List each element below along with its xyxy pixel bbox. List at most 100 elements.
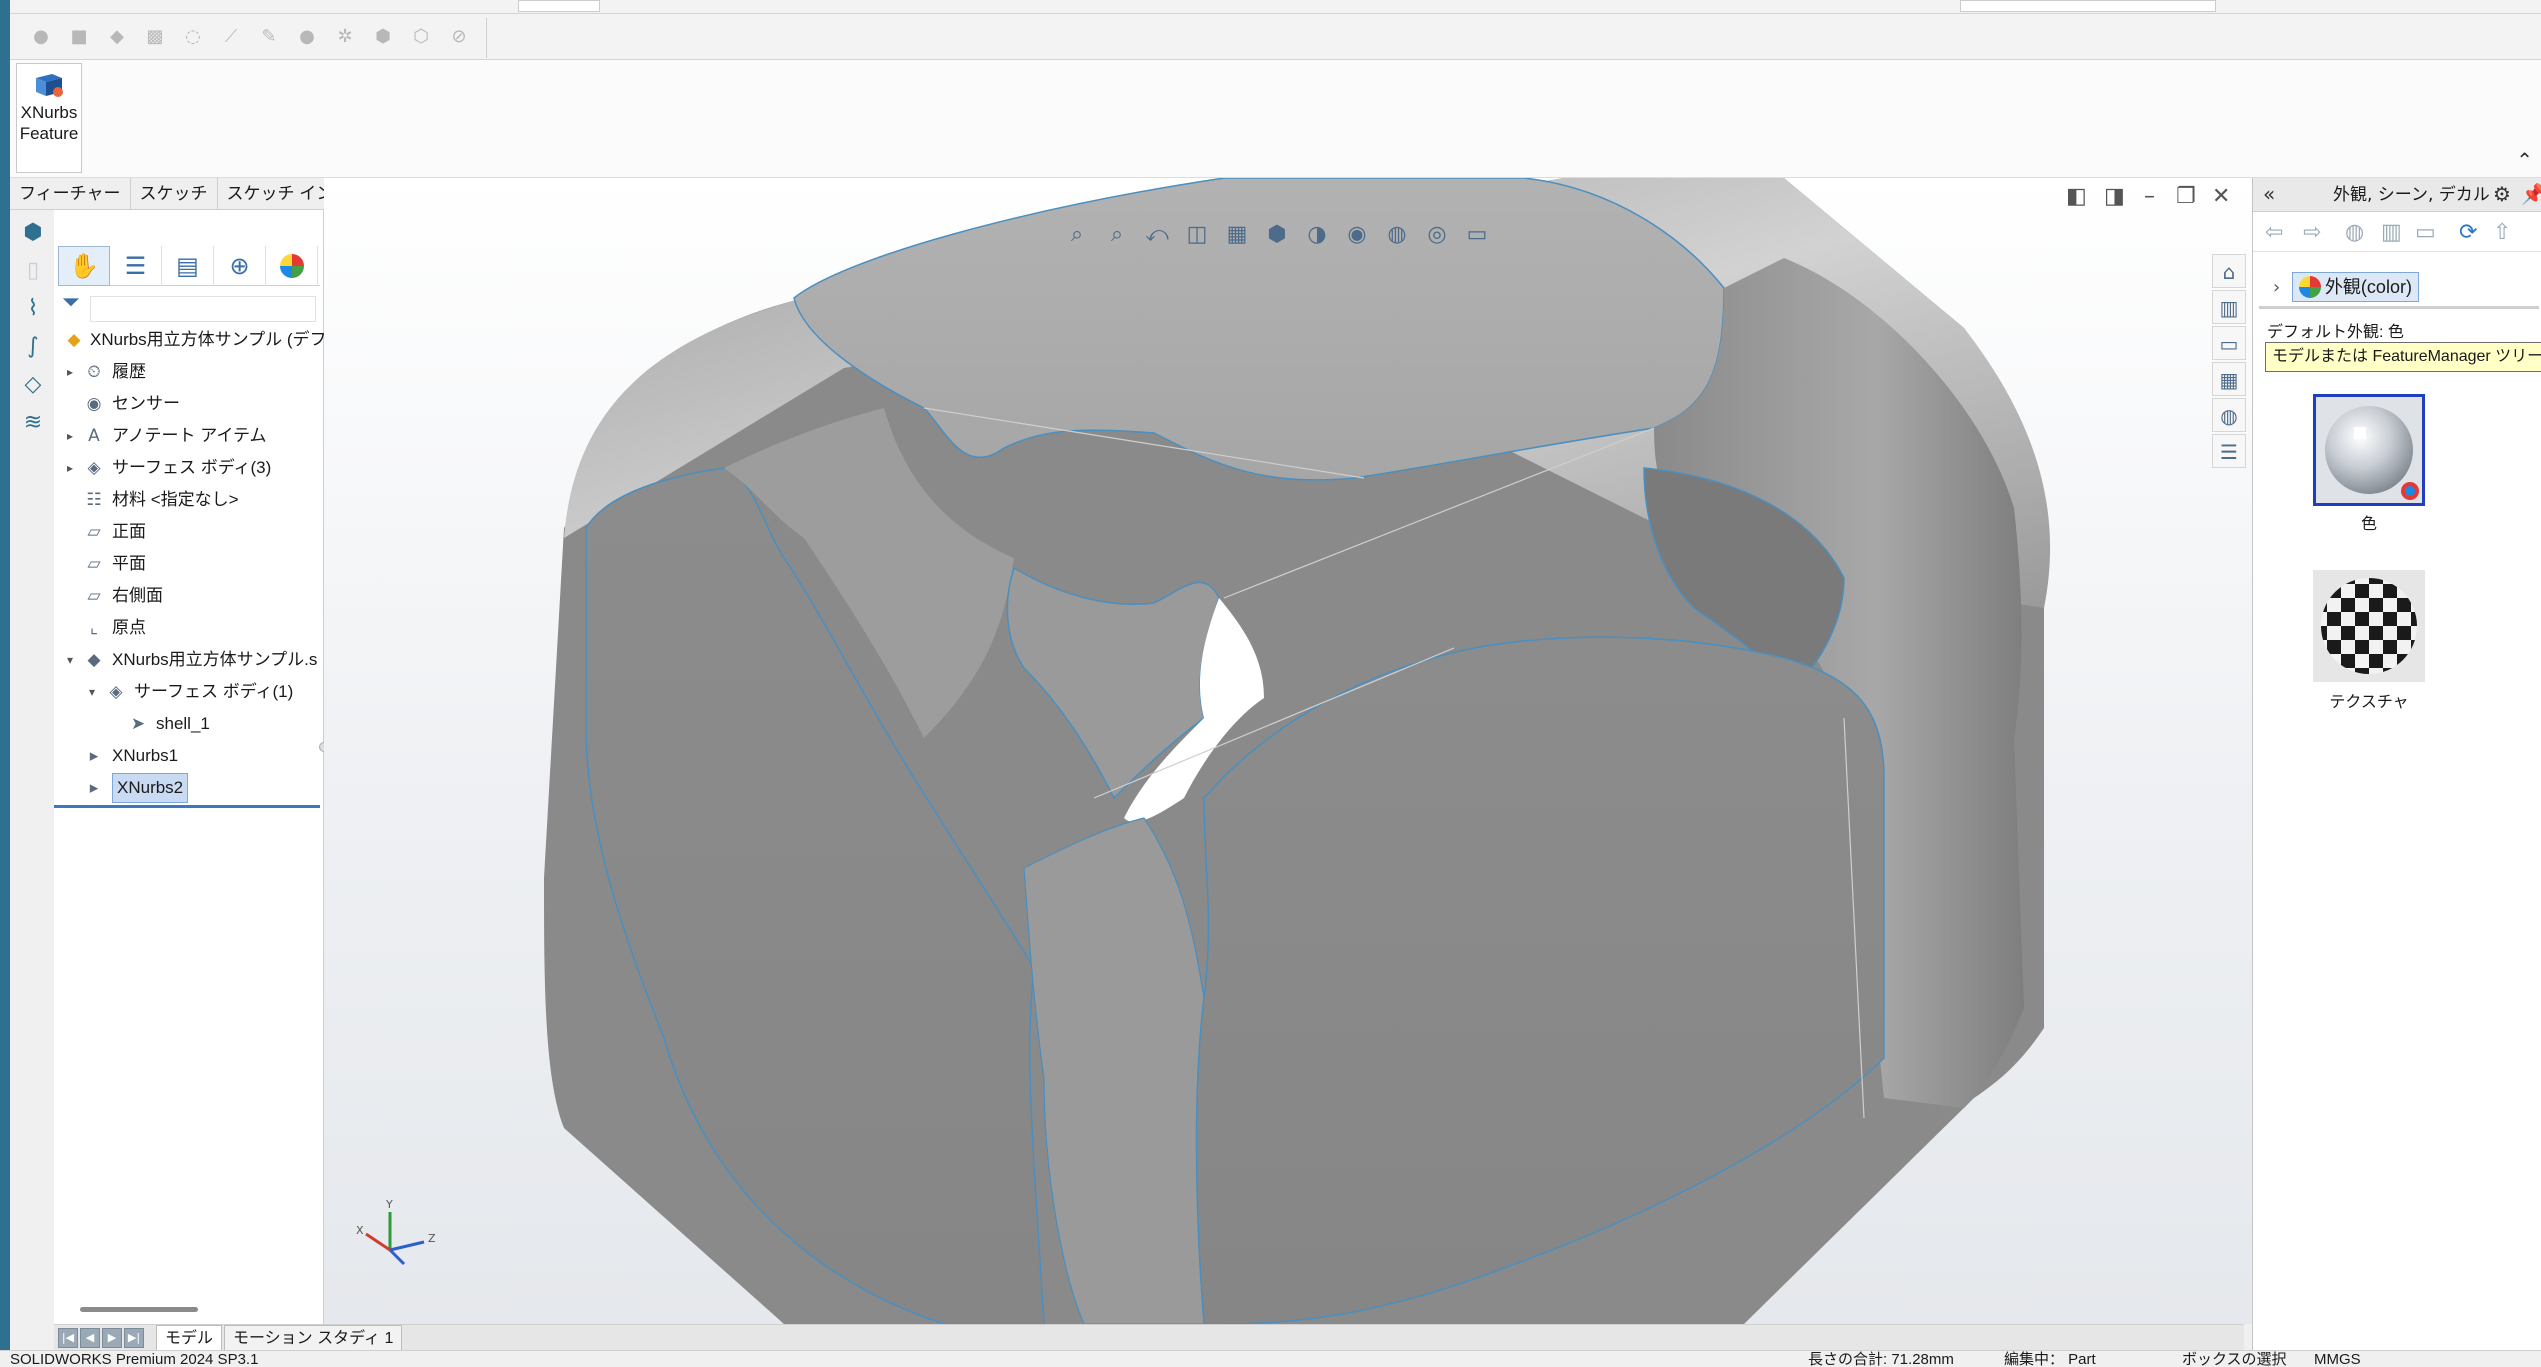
sphere-add-icon[interactable]: ◍ <box>2345 220 2364 245</box>
display-manager-tab[interactable] <box>266 246 318 286</box>
collapse-pane-icon[interactable]: « <box>2263 182 2275 206</box>
task-pane-divider[interactable] <box>2259 306 2539 309</box>
tree-node[interactable]: ➤ shell_1 <box>54 708 324 740</box>
edit-appearance-icon[interactable]: ◍ <box>1380 218 1414 252</box>
expand-caret-icon[interactable]: › <box>2273 277 2280 298</box>
spline-icon[interactable]: ∫ <box>18 332 48 362</box>
library-icon[interactable]: ▥ <box>2381 220 2402 245</box>
expand-toggle-icon[interactable]: ▸ <box>62 420 78 452</box>
minimize-icon[interactable]: – <box>2144 184 2155 209</box>
toolbar-field[interactable] <box>518 0 600 12</box>
tree-node[interactable]: ▸ A アノテート アイテム <box>54 420 324 452</box>
home-icon[interactable]: ⌂ <box>2212 254 2246 288</box>
slash-cube-icon[interactable]: ⊘ <box>448 26 470 48</box>
appearance-color-label[interactable]: 外観(color) <box>2291 272 2419 302</box>
cube-outline-icon[interactable]: ⬡ <box>410 26 432 48</box>
tab-2[interactable]: スケッチ <box>131 178 218 210</box>
expand-toggle-icon[interactable]: ▸ <box>62 356 78 388</box>
tree-node[interactable]: ▾ ◆ XNurbs用立方体サンプル.s <box>54 644 324 676</box>
prev-tab-icon[interactable]: ◀ <box>80 1328 100 1348</box>
section-view-icon[interactable]: ◫ <box>1180 218 1214 252</box>
apply-scene-icon[interactable]: ◎ <box>1420 218 1454 252</box>
tab-1[interactable]: フィーチャー <box>10 178 131 210</box>
expand-toggle-icon[interactable]: ▾ <box>62 644 78 676</box>
graphics-area[interactable]: ⌕ ⌕ ⤺ ◫ ▦ ⬢ ◑ ◉ ◍ ◎ ▭ ◧ ◨ – ❐ ✕ ⌂ ▥ ▭ ▦ … <box>324 178 2252 1324</box>
tree-node[interactable]: ⌞ 原点 <box>54 612 324 644</box>
up-folder-icon[interactable]: ⇧ <box>2493 220 2511 245</box>
surface-icon[interactable]: ◇ <box>18 370 48 400</box>
zoom-to-fit-icon[interactable]: ⌕ <box>1060 218 1094 252</box>
square-icon[interactable]: ▩ <box>144 26 166 48</box>
filter-icon[interactable]: ⏷ <box>62 290 80 315</box>
line-icon[interactable]: ⟋ <box>220 26 242 48</box>
new-folder-icon[interactable]: ▭ <box>2415 220 2436 245</box>
custom-properties-icon[interactable]: ☰ <box>2212 434 2246 468</box>
tree-node[interactable]: ▱ 平面 <box>54 548 324 580</box>
configuration-manager-tab[interactable]: ▤ <box>162 246 214 286</box>
appearances-icon[interactable]: ◍ <box>2212 398 2246 432</box>
spring-icon[interactable]: ≋ <box>18 408 48 438</box>
display-style-icon[interactable]: ◑ <box>1300 218 1334 252</box>
hide-show-icon[interactable]: ◉ <box>1340 218 1374 252</box>
part-view-icon[interactable]: ⬢ <box>18 218 48 248</box>
expand-toggle-icon[interactable]: ▸ <box>62 452 78 484</box>
tree-node[interactable]: ▱ 正面 <box>54 516 324 548</box>
gear-icon[interactable]: ⚙ <box>2493 182 2511 206</box>
split-left-icon[interactable]: ◧ <box>2066 184 2087 209</box>
design-library-icon[interactable]: ▥ <box>2212 290 2246 324</box>
box-icon[interactable]: ■ <box>68 26 90 48</box>
filter-field[interactable] <box>90 296 316 322</box>
dot-icon[interactable]: ● <box>296 26 318 48</box>
xnurbs-feature-button[interactable]: XNurbs Feature <box>16 63 82 173</box>
next-tab-icon[interactable]: ▶ <box>102 1328 122 1348</box>
tag-icon[interactable]: ◆ <box>106 26 128 48</box>
split-right-icon[interactable]: ◨ <box>2104 184 2125 209</box>
tree-node[interactable]: ◉ センサー <box>54 388 324 420</box>
cube-icon[interactable]: ⬢ <box>372 26 394 48</box>
cube-model[interactable] <box>324 178 2252 1324</box>
swatch-color[interactable] <box>2313 394 2425 506</box>
feature-manager-tab[interactable]: ✋ <box>58 246 110 286</box>
tree-node[interactable]: ▱ 右側面 <box>54 580 324 612</box>
forward-icon[interactable]: ⇨ <box>2303 220 2321 245</box>
tree-node[interactable]: ▸ ◈ サーフェス ボディ(3) <box>54 452 324 484</box>
pencil-icon[interactable]: ✎ <box>258 26 280 48</box>
rollback-bar[interactable] <box>54 805 320 808</box>
sketch-curve-icon[interactable]: ⌇ <box>18 294 48 324</box>
ghost-part-icon[interactable]: ▯ <box>18 256 48 286</box>
appearance-color-node[interactable]: › 外観(color) <box>2273 272 2419 302</box>
view-orientation-icon[interactable]: ⬢ <box>1260 218 1294 252</box>
tree-node[interactable]: ▸ XNurbs1 <box>54 740 324 772</box>
sphere-icon[interactable]: ● <box>30 26 52 48</box>
search-field[interactable] <box>1960 0 2216 12</box>
view-settings-icon[interactable]: ▭ <box>1460 218 1494 252</box>
first-tab-icon[interactable]: |◀ <box>58 1328 78 1348</box>
circle-dash-icon[interactable]: ◌ <box>182 26 204 48</box>
property-manager-tab[interactable]: ☰ <box>110 246 162 286</box>
status-units[interactable]: MMGS <box>2314 1351 2361 1367</box>
pin-icon[interactable]: 📌 <box>2521 182 2541 206</box>
tree-root[interactable]: ◆ XNurbs用立方体サンプル (デフォ <box>54 324 324 356</box>
status-selection[interactable]: ボックスの選択 <box>2182 1351 2287 1367</box>
tree-node[interactable]: ▸ XNurbs2 <box>54 772 324 808</box>
tab-motion-study[interactable]: モーション スタディ 1 <box>224 1325 403 1351</box>
view-palette-icon[interactable]: ▦ <box>2212 362 2246 396</box>
gear-small-icon[interactable]: ✲ <box>334 26 356 48</box>
back-icon[interactable]: ⇦ <box>2265 220 2283 245</box>
collapse-ribbon-icon[interactable]: ⌃ <box>2516 148 2533 172</box>
last-tab-icon[interactable]: ▶| <box>124 1328 144 1348</box>
expand-toggle-icon[interactable]: ▾ <box>84 676 100 708</box>
dimxpert-tab[interactable]: ⊕ <box>214 246 266 286</box>
tab-model[interactable]: モデル <box>156 1325 223 1351</box>
restore-icon[interactable]: ❐ <box>2176 184 2196 209</box>
refresh-icon[interactable]: ⟳ <box>2459 220 2477 245</box>
zoom-area-icon[interactable]: ⌕ <box>1100 218 1134 252</box>
tree-node[interactable]: ☷ 材料 <指定なし> <box>54 484 324 516</box>
tree-node[interactable]: ▸ ⏲ 履歴 <box>54 356 324 388</box>
dynamic-annotation-icon[interactable]: ▦ <box>1220 218 1254 252</box>
previous-view-icon[interactable]: ⤺ <box>1140 218 1174 252</box>
tree-horizontal-scrollbar[interactable] <box>80 1307 198 1312</box>
close-icon[interactable]: ✕ <box>2212 184 2230 209</box>
swatch-texture[interactable] <box>2313 570 2425 682</box>
file-explorer-icon[interactable]: ▭ <box>2212 326 2246 360</box>
